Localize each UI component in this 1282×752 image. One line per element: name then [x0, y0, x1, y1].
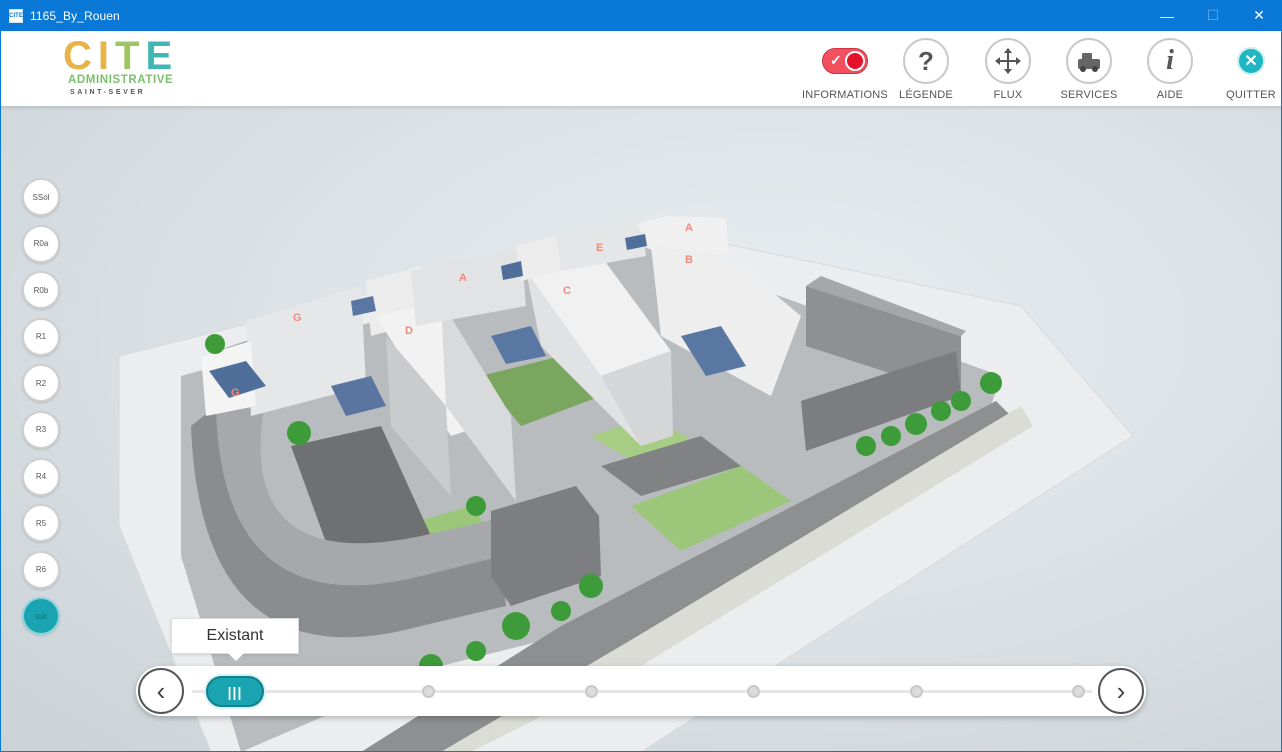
building-label: A	[459, 272, 467, 284]
floor-button-r0a[interactable]: R0a	[22, 224, 60, 263]
window-title: 1165_By_Rouen	[30, 8, 120, 23]
informations-toggle[interactable]: ✓	[822, 48, 868, 74]
aide-button[interactable]: i AIDE	[1132, 38, 1208, 104]
timeline-step[interactable]	[422, 685, 436, 698]
building-label: E	[596, 242, 603, 254]
informations-button[interactable]: ✓ INFORMATIONS	[802, 38, 888, 104]
arrows-move-icon	[985, 38, 1031, 84]
logo-wordmark: CITE	[63, 34, 179, 78]
floor-selector: SSol R0a R0b R1 R2 R3 R4 R5 R6 toit	[22, 178, 60, 644]
grip-icon: |||	[227, 683, 243, 700]
tooltip-tail	[228, 653, 244, 661]
floor-button-r1[interactable]: R1	[22, 317, 60, 356]
3d-viewport[interactable]: G G A D C E A B	[0, 106, 1282, 752]
flux-label: FLUX	[993, 89, 1023, 101]
floor-button-r4[interactable]: R4	[22, 457, 60, 496]
floor-button-r0b[interactable]: R0b	[22, 271, 60, 310]
window-titlebar: CITE 1165_By_Rouen — ☐ ✕	[0, 0, 1282, 31]
window-controls: — ☐ ✕	[1144, 0, 1282, 31]
informations-label: INFORMATIONS	[802, 89, 888, 101]
timeline-tooltip: Existant	[171, 618, 299, 661]
legende-label: LÉGENDE	[899, 89, 953, 101]
building-label: C	[563, 285, 571, 297]
timeline-step[interactable]	[584, 685, 598, 698]
quitter-button[interactable]: ✕ QUITTER	[1213, 38, 1282, 104]
building-model[interactable]: G G A D C E A B	[1, 106, 1282, 752]
maximize-button[interactable]: ☐	[1190, 0, 1236, 31]
services-icon	[1066, 38, 1112, 84]
timeline-prev-button[interactable]: ‹	[138, 668, 184, 714]
floor-button-r3[interactable]: R3	[22, 410, 60, 449]
floor-button-r6[interactable]: R6	[22, 550, 60, 589]
services-label: SERVICES	[1060, 89, 1118, 101]
close-window-button[interactable]: ✕	[1236, 0, 1282, 31]
chevron-left-icon: ‹	[156, 675, 166, 706]
close-icon: ✕	[1237, 47, 1265, 75]
building-label: D	[405, 325, 413, 337]
timeline-step[interactable]	[1072, 685, 1085, 698]
check-icon: ✓	[830, 52, 842, 68]
timeline-step[interactable]	[909, 685, 923, 698]
timeline-step[interactable]	[747, 685, 761, 698]
minimize-button[interactable]: —	[1144, 0, 1190, 31]
question-icon: ?	[903, 38, 949, 84]
app-header: CITE ADMINISTRATIVE SAINT-SEVER ✓ INFORM…	[0, 31, 1282, 106]
building-label: A	[685, 222, 693, 234]
cite-logo: CITE ADMINISTRATIVE SAINT-SEVER	[63, 36, 178, 100]
timeline-next-button[interactable]: ›	[1098, 668, 1144, 714]
timeline-bar: ‹ ||| ›	[136, 666, 1146, 716]
toggle-knob	[845, 51, 865, 71]
app-icon: CITE	[9, 8, 23, 23]
logo-subtitle: ADMINISTRATIVE	[68, 74, 174, 86]
quitter-label: QUITTER	[1226, 89, 1276, 101]
building-label: G	[293, 312, 302, 324]
timeline-handle[interactable]: |||	[206, 676, 264, 707]
flux-button[interactable]: FLUX	[970, 38, 1046, 104]
building-label: B	[685, 254, 693, 266]
services-button[interactable]: SERVICES	[1051, 38, 1127, 104]
info-icon: i	[1147, 38, 1193, 84]
aide-label: AIDE	[1156, 89, 1184, 101]
legende-button[interactable]: ? LÉGENDE	[888, 38, 964, 104]
logo-location: SAINT-SEVER	[70, 89, 146, 96]
floor-button-r2[interactable]: R2	[22, 364, 60, 403]
floor-button-ssol[interactable]: SSol	[22, 178, 60, 216]
floor-button-r5[interactable]: R5	[22, 504, 60, 543]
floor-button-toit[interactable]: toit	[22, 597, 60, 636]
timeline-track[interactable]	[192, 690, 1092, 693]
building-label: G	[231, 387, 240, 399]
chevron-right-icon: ›	[1116, 675, 1126, 706]
